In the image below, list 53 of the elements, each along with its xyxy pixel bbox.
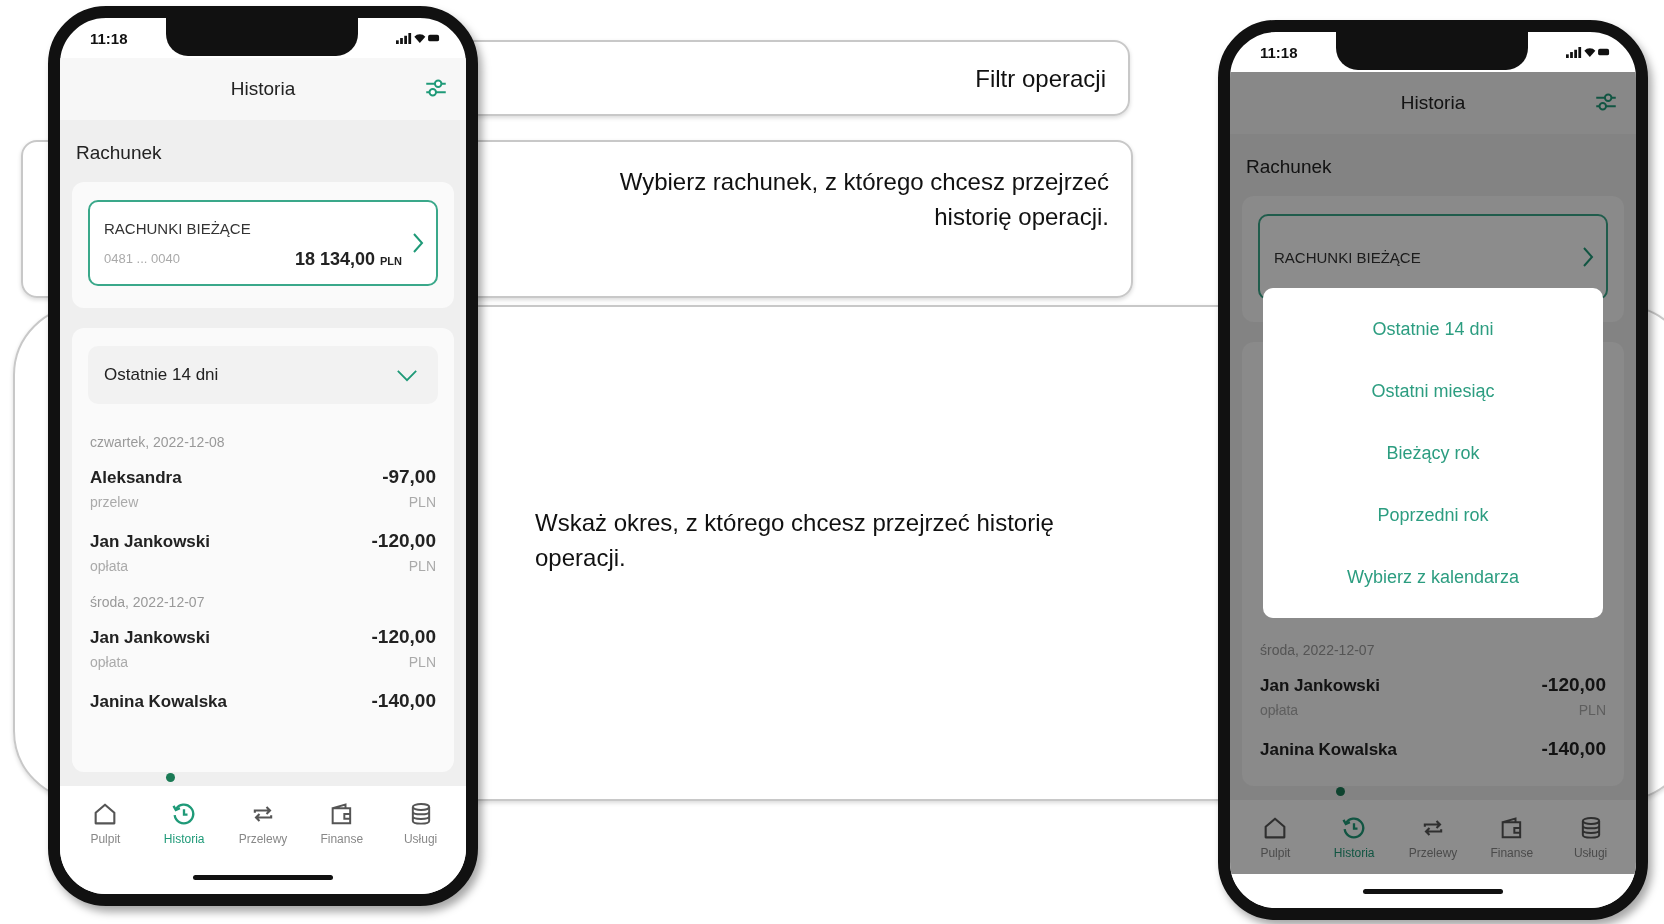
chevron-right-icon [1582, 245, 1594, 269]
period-dropdown[interactable]: Ostatnie 14 dni [88, 346, 438, 404]
nav-tab[interactable]: Usługi [1555, 814, 1626, 860]
tab-indicator-dot [1336, 787, 1345, 796]
period-option[interactable]: Ostatni miesiąc [1263, 360, 1603, 422]
status-time: 11:18 [90, 29, 128, 47]
transaction-amount: -120,00 [371, 530, 436, 552]
chevron-right-icon [412, 231, 424, 255]
tab-indicator-dot [166, 773, 175, 782]
annotation-text: Wskaż okres, z którego chcesz przejrzeć historię operacji. [535, 508, 1055, 573]
chevron-down-icon [396, 368, 418, 382]
transaction-name: Jan Jankowski [90, 532, 210, 552]
nav-tab[interactable]: Pulpit [1240, 814, 1311, 860]
transaction-currency: PLN [408, 654, 436, 670]
transaction-name: Jan Jankowski [90, 628, 210, 648]
status-time: 11:18 [1260, 43, 1298, 61]
transaction-amount: -140,00 [371, 690, 436, 712]
nav-tab[interactable]: Historia [149, 800, 220, 846]
transaction-type: opłata [90, 654, 129, 670]
section-label: Rachunek [76, 142, 163, 164]
transaction-amount: -120,00 [1541, 674, 1606, 696]
status-icons [1566, 45, 1610, 59]
screen-title: Historia [1400, 92, 1466, 114]
section-label: Rachunek [1246, 156, 1333, 178]
period-option[interactable]: Wybierz z kalendarza [1263, 546, 1603, 608]
transaction-name: Aleksandra [90, 468, 182, 488]
nav-tab[interactable]: Usługi [385, 800, 456, 846]
period-option[interactable]: Bieżący rok [1263, 422, 1603, 484]
transaction-name: Jan Jankowski [1260, 676, 1380, 696]
annotation-text: Filtr operacji [975, 63, 1106, 94]
transaction-amount: -120,00 [371, 626, 436, 648]
date-header: środa, 2022-12-07 [90, 594, 206, 610]
transaction-name: Janina Kowalska [90, 692, 227, 712]
nav-tab[interactable]: Przelewy [1398, 814, 1468, 860]
nav-tab[interactable]: Historia [1319, 814, 1390, 860]
annotation-text: Wybierz rachunek, z którego chcesz przejrzeć historię operacji. [618, 167, 1109, 232]
transaction-type: opłata [90, 558, 129, 574]
period-option[interactable]: Poprzedni rok [1263, 484, 1603, 546]
screen-title: Historia [230, 78, 296, 100]
status-icons [396, 31, 440, 45]
transaction-type: przelew [90, 494, 139, 510]
nav-tab[interactable]: Pulpit [70, 800, 141, 846]
transaction-currency: PLN [408, 558, 436, 574]
account-selector[interactable]: RACHUNKI BIEŻĄCE 0481 ... 0040 18 134,00 PLN [88, 200, 438, 286]
nav-tab[interactable]: Finanse [306, 800, 377, 846]
nav-tab[interactable]: Finanse [1476, 814, 1547, 860]
nav-tab[interactable]: Przelewy [228, 800, 298, 846]
period-option[interactable]: Ostatnie 14 dni [1263, 298, 1603, 360]
transaction-name: Janina Kowalska [1260, 740, 1397, 760]
transaction-amount: -140,00 [1541, 738, 1606, 760]
date-header: czwartek, 2022-12-08 [90, 434, 226, 450]
transaction-amount: -97,00 [382, 466, 436, 488]
transaction-currency: PLN [408, 494, 436, 510]
